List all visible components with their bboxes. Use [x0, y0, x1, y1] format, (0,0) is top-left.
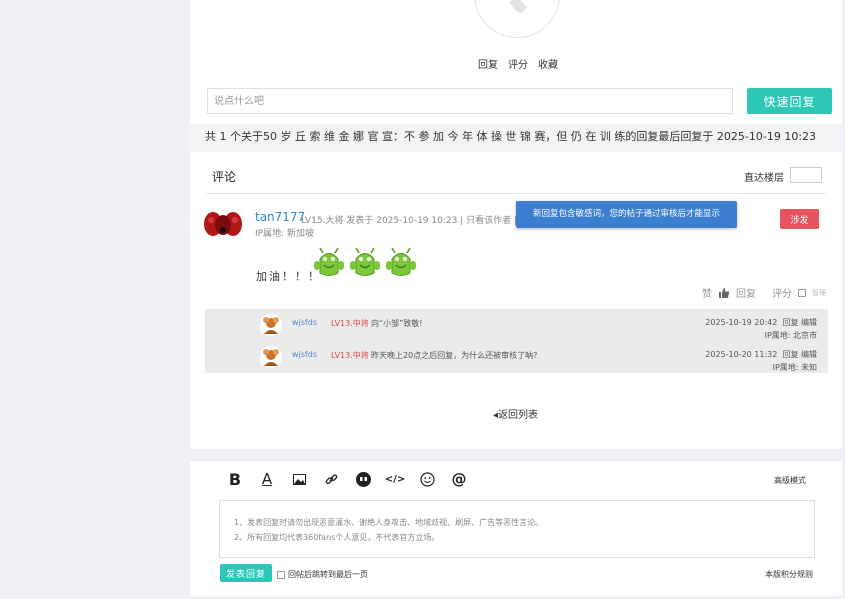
jump-last-page-label: 回帖后跳转到最后一页 [288, 570, 368, 579]
mention-icon[interactable]: @ [450, 470, 468, 488]
comments-title: 评论 [212, 170, 237, 184]
image-icon[interactable] [290, 470, 308, 488]
smiley-icon[interactable] [418, 470, 436, 488]
subreply-reply-link[interactable]: 回复 [782, 350, 798, 359]
android-emoji-icon [350, 247, 380, 276]
moderation-notice: 新回复包含敏感词，您的帖子通过审核后才能显示 [516, 201, 737, 228]
subreply-ip: IP属地: 未知 [772, 363, 817, 372]
subreply-ip: IP属地: 北京市 [764, 331, 817, 340]
subreply-time-actions: 2025-10-20 11:32 回复 编辑 [705, 349, 817, 360]
jump-last-page-checkbox[interactable] [277, 570, 285, 579]
post-reply-button[interactable]: 发表回复 [220, 564, 272, 582]
back-to-list-link[interactable]: ◂返回列表 [493, 406, 538, 421]
quote-icon[interactable] [354, 470, 372, 488]
editor-toolbar: B A </> @ [226, 470, 468, 489]
like-link[interactable]: 赞 [702, 285, 712, 300]
reply-link[interactable]: 回复 [478, 56, 498, 71]
manage-label: 管理 [812, 288, 826, 297]
subreply-rank: LV13.中将 [331, 319, 369, 328]
subreply-edit-link[interactable]: 编辑 [801, 350, 817, 359]
quick-reply-input[interactable] [207, 88, 733, 114]
editor-note: 2、所有回复均代表360fans个人意见，不代表官方立场。 [234, 533, 440, 542]
post-username[interactable]: tan7177 [255, 210, 305, 224]
post-action-links: 回复 评分 收藏 [478, 56, 558, 71]
post-ip: IP属地: 新加坡 [255, 229, 314, 239]
left-background [0, 0, 190, 599]
font-color-icon[interactable]: A [258, 470, 276, 488]
collect-link[interactable]: 收藏 [538, 56, 558, 71]
reply-summary: 共 1 个关于50 岁 丘 索 维 金 娜 官 宣：不 参 加 今 年 体 操 … [190, 124, 842, 152]
editor-note: 1、发表回复时请勿出现恶意灌水、谢绝人身攻击、地域歧视、刷屏、广告等恶性言论。 [234, 518, 544, 527]
advanced-mode-link[interactable]: 高级模式 [774, 475, 806, 486]
subreply-text: 昨天晚上20点之后回复，为什么还被审核了呐? [371, 351, 538, 360]
user-avatar[interactable] [203, 210, 243, 238]
android-emoji-icon [386, 247, 416, 276]
post-actions: 赞 回复 评分 管理 [702, 285, 826, 300]
subreply-time: 2025-10-20 11:32 [705, 350, 778, 359]
subreply-username[interactable]: wjsfds [292, 318, 317, 327]
quick-reply-button[interactable]: 快速回复 [747, 88, 832, 114]
subreply-avatar[interactable] [260, 314, 282, 336]
subreply-username[interactable]: wjsfds [292, 350, 317, 359]
android-emoji-icon [314, 247, 344, 276]
subreply-avatar[interactable] [260, 346, 282, 368]
code-icon[interactable]: </> [385, 470, 405, 488]
report-button[interactable]: 涉发 [780, 209, 819, 229]
subreply-time-actions: 2025-10-19 20:42 回复 编辑 [705, 317, 817, 328]
emoji-row [312, 245, 418, 279]
subreply-edit-link[interactable]: 编辑 [801, 318, 817, 327]
rate-action-link[interactable]: 评分 [772, 285, 792, 300]
divider [206, 193, 826, 194]
subreply-reply-link[interactable]: 回复 [782, 318, 798, 327]
reply-action-link[interactable]: 回复 [736, 285, 756, 300]
back-to-list-label: 返回列表 [498, 410, 539, 421]
thumbs-up-icon[interactable] [718, 287, 730, 299]
credit-rules-link[interactable]: 本版积分规则 [765, 569, 813, 580]
jump-last-page-option[interactable]: 回帖后跳转到最后一页 [277, 569, 368, 580]
reply-textarea[interactable]: 1、发表回复时请勿出现恶意灌水、谢绝人身攻击、地域歧视、刷屏、广告等恶性言论。 … [219, 500, 815, 558]
floor-jump-label: 直达楼层 [744, 173, 784, 184]
subreply-text: 向“小邹”致敬! [371, 319, 423, 328]
bold-icon[interactable]: B [226, 470, 244, 489]
post-meta: LV15.大将 发表于 2025-10-19 10:23 | 只看该作者 | [301, 216, 517, 226]
subreply-rank: LV13.中将 [331, 351, 369, 360]
floor-jump-input[interactable] [790, 167, 822, 183]
manage-checkbox[interactable] [798, 288, 806, 297]
link-icon[interactable] [322, 470, 340, 488]
rate-link[interactable]: 评分 [508, 56, 528, 71]
subreply-time: 2025-10-19 20:42 [705, 318, 778, 327]
